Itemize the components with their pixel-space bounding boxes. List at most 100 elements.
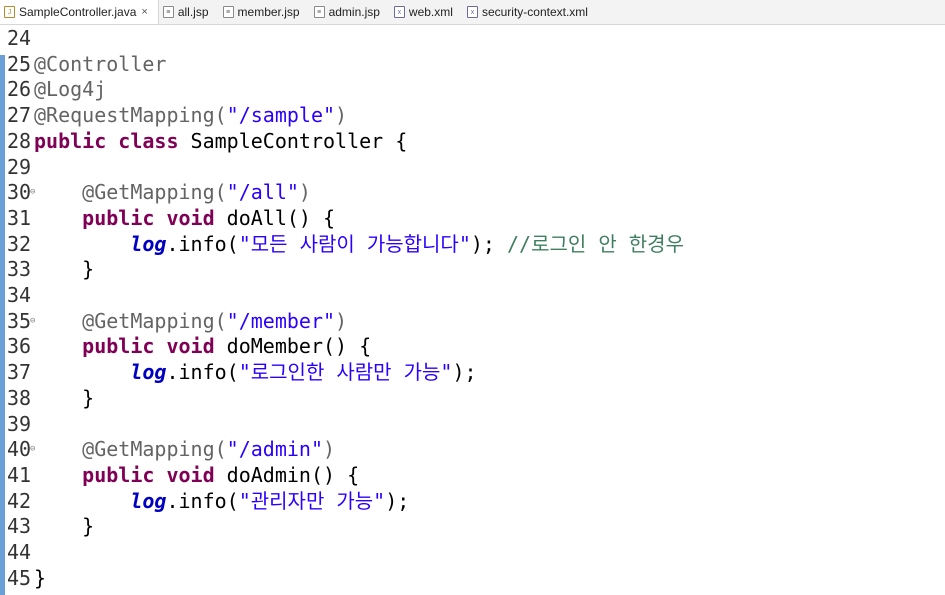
code-token: void	[166, 205, 215, 230]
code-line: 38 }	[0, 385, 94, 411]
line-number: 24	[7, 26, 32, 50]
jsp-file-icon: ≡	[222, 6, 234, 18]
java-file-icon: J	[4, 6, 15, 18]
code-token: void	[166, 462, 215, 487]
code-line: 29	[0, 154, 34, 180]
code-text: public class SampleController {	[34, 128, 407, 154]
tab-label: all.jsp	[177, 5, 209, 19]
code-line: 25 @Controller	[0, 51, 166, 77]
code-token: )	[323, 437, 336, 462]
code-line: 33 }	[0, 256, 94, 282]
tab-web-xml[interactable]: x web.xml	[390, 0, 463, 24]
line-number: 36	[7, 334, 32, 359]
code-text: log.info("로그인한 사람만 가능");	[34, 359, 477, 385]
line-number: 42	[7, 488, 32, 513]
code-token: .info(	[166, 488, 239, 513]
code-token: public	[34, 128, 107, 153]
code-token: )	[335, 308, 348, 333]
line-number: 34	[7, 283, 32, 307]
code-token: "관리자만 가능"	[238, 488, 386, 513]
code-token: );	[385, 488, 410, 513]
code-token: .info(	[166, 231, 239, 256]
code-token: "/sample"	[226, 103, 336, 128]
code-token: @GetMapping(	[82, 180, 227, 205]
code-token: )	[298, 180, 311, 205]
line-number: 27	[7, 103, 32, 128]
code-text: @Controller	[34, 51, 166, 77]
xml-file-icon: x	[466, 6, 478, 18]
tab-label: member.jsp	[237, 5, 300, 19]
code-token: }	[34, 514, 95, 539]
line-number: 28	[7, 128, 32, 153]
close-icon[interactable]: ×	[141, 6, 147, 18]
code-line: 45}	[0, 565, 46, 591]
code-token: "로그인한 사람만 가능"	[238, 360, 453, 385]
line-number: 45	[7, 565, 32, 590]
tab-samplecontroller-java[interactable]: J SampleController.java ×	[0, 0, 159, 24]
code-token: @Controller	[34, 51, 167, 76]
code-token: @GetMapping(	[82, 308, 227, 333]
line-number: 41	[7, 462, 32, 487]
tab-member-jsp[interactable]: ≡ member.jsp	[219, 0, 310, 24]
fold-collapse-icon[interactable]: ⊖	[30, 436, 35, 462]
code-token: doAdmin() {	[214, 462, 360, 487]
code-line: 37 log.info("로그인한 사람만 가능");	[0, 359, 477, 385]
code-text: }	[34, 385, 94, 411]
code-token: }	[34, 385, 95, 410]
code-text: @Log4j	[34, 76, 106, 102]
code-text: public void doAdmin() {	[34, 462, 359, 488]
code-text: public void doMember() {	[34, 333, 371, 359]
code-token: log	[130, 360, 167, 385]
code-line: 43 }	[0, 513, 94, 539]
line-number: 31	[7, 205, 32, 230]
code-token: }	[34, 257, 95, 282]
tab-label: security-context.xml	[481, 5, 588, 19]
code-token: public	[82, 462, 155, 487]
tab-admin-jsp[interactable]: ≡ admin.jsp	[310, 0, 390, 24]
tab-security-context-xml[interactable]: x security-context.xml	[463, 0, 598, 24]
code-token: "모든 사람이 가능합니다"	[238, 231, 471, 256]
line-number: 40	[7, 437, 32, 462]
line-number: 44	[7, 540, 32, 564]
line-number: 38	[7, 385, 32, 410]
fold-collapse-icon[interactable]: ⊖	[30, 308, 35, 334]
code-line: 31 public void doAll() {	[0, 205, 335, 231]
line-number: 39	[7, 411, 32, 436]
jsp-file-icon: ≡	[162, 6, 174, 18]
code-line: 40 ⊖ @GetMapping("/admin")	[0, 436, 335, 462]
code-editor[interactable]: 24 25 @Controller 26 @Log4j 27 @RequestMapping…	[0, 25, 945, 595]
tab-all-jsp[interactable]: ≡ all.jsp	[159, 0, 219, 24]
code-token: doAll() {	[214, 205, 336, 230]
code-token: @Log4j	[34, 77, 107, 102]
editor-tab-bar: J SampleController.java × ≡ all.jsp ≡ member.j…	[0, 0, 945, 25]
line-number: 37	[7, 360, 32, 385]
code-text: log.info("관리자만 가능");	[34, 488, 409, 514]
code-token: );	[452, 360, 477, 385]
code-token: "/all"	[226, 180, 299, 205]
code-text: }	[34, 513, 94, 539]
tab-label: admin.jsp	[328, 5, 380, 19]
code-token: "/admin"	[226, 437, 323, 462]
code-line: 44	[0, 539, 34, 565]
code-token: SampleController {	[178, 128, 408, 153]
fold-collapse-icon[interactable]: ⊖	[30, 179, 35, 205]
code-line: 30 ⊖ @GetMapping("/all")	[0, 179, 311, 205]
line-number: 25	[7, 51, 32, 76]
code-token: @GetMapping(	[82, 437, 227, 462]
line-number: 33	[7, 257, 32, 282]
code-line: 27 @RequestMapping("/sample")	[0, 102, 347, 128]
code-token: public	[82, 205, 155, 230]
code-token: doMember() {	[214, 334, 372, 359]
code-text: public void doAll() {	[34, 205, 335, 231]
code-token: .info(	[166, 360, 239, 385]
